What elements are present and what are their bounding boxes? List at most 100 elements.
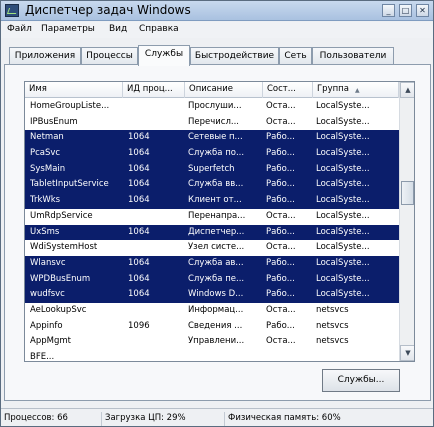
table-row[interactable]: AppMgmt Управлени... Оста... netsvcs <box>25 334 399 350</box>
vertical-scrollbar[interactable]: ▲ ▼ <box>399 82 414 361</box>
menu-options[interactable]: Параметры <box>41 24 95 34</box>
task-manager-window: Диспетчер задач Windows _ □ ✕ Файл Парам… <box>0 0 434 427</box>
service-group: LocalSyste... <box>316 116 370 127</box>
service-group: LocalSyste... <box>316 242 370 253</box>
sort-ascending-icon: ▲ <box>355 87 360 94</box>
service-state: Оста... <box>266 242 296 253</box>
service-group: netsvcs <box>316 304 349 315</box>
service-group: LocalSyste... <box>316 289 370 300</box>
service-description: Служба по... <box>188 148 245 159</box>
service-state: Рабо... <box>266 148 295 159</box>
service-pid: 1064 <box>128 132 150 143</box>
column-header-pid[interactable]: ИД проц... <box>123 82 185 98</box>
service-group: LocalSyste... <box>316 163 370 174</box>
title-bar[interactable]: Диспетчер задач Windows _ □ ✕ <box>1 1 433 21</box>
tab-performance[interactable]: Быстродействие <box>190 47 279 65</box>
status-cpu: Загрузка ЦП: 29% <box>101 412 224 426</box>
menu-file[interactable]: Файл <box>7 24 32 34</box>
service-state: Рабо... <box>266 132 295 143</box>
task-manager-icon <box>5 4 19 17</box>
table-row[interactable]: HomeGroupListe... Прослуши... Оста... Local… <box>25 99 399 115</box>
service-state: Рабо... <box>266 195 295 206</box>
service-name: BFE... <box>30 352 55 362</box>
service-name: HomeGroupListe... <box>30 101 110 111</box>
service-state: Оста... <box>266 336 296 347</box>
service-state: Рабо... <box>266 163 295 174</box>
service-group: LocalSyste... <box>316 101 370 111</box>
service-pid: 1064 <box>128 148 150 159</box>
list-rows: HomeGroupListe... Прослуши... Оста... Local… <box>25 99 399 362</box>
service-state: Рабо... <box>266 179 295 190</box>
service-state: Оста... <box>266 116 296 127</box>
service-name: Wlansvc <box>30 257 66 268</box>
service-description: Диспетчер... <box>188 226 245 237</box>
service-state: Оста... <box>266 101 296 111</box>
service-description: Узел систе... <box>188 242 245 253</box>
service-group: LocalSyste... <box>316 226 370 237</box>
service-group: LocalSyste... <box>316 273 370 284</box>
service-description: Служба ав... <box>188 257 244 268</box>
table-row[interactable]: SysMain 1064 Superfetch Рабо... LocalSyste..… <box>25 161 399 178</box>
service-state: Рабо... <box>266 226 295 237</box>
service-group: LocalSyste... <box>316 210 370 221</box>
service-pid: 1096 <box>128 320 150 331</box>
status-processes: Процессов: 66 <box>4 413 68 423</box>
service-name: UxSms <box>30 226 60 237</box>
service-group: LocalSyste... <box>316 179 370 190</box>
service-name: WPDBusEnum <box>30 273 91 284</box>
table-row[interactable]: Appinfo 1096 Сведения ... Рабо... netsvcs <box>25 319 399 335</box>
service-name: wudfsvc <box>30 289 65 300</box>
status-bar: Процессов: 66 Загрузка ЦП: 29% Физическа… <box>1 408 433 426</box>
column-header-name[interactable]: Имя <box>25 82 123 98</box>
table-row[interactable]: WdiSystemHost Узел систе... Оста... LocalSy… <box>25 240 399 256</box>
minimize-button[interactable]: _ <box>382 4 395 17</box>
scroll-up-button[interactable]: ▲ <box>400 82 414 98</box>
tab-services[interactable]: Службы <box>138 45 190 66</box>
table-row[interactable]: WPDBusEnum 1064 Служба пе... Рабо... LocalSy… <box>25 271 399 288</box>
services-button[interactable]: Службы... <box>322 369 400 392</box>
tab-strip: Приложения Процессы Службы Быстродействи… <box>1 45 433 66</box>
service-name: IPBusEnum <box>30 116 78 127</box>
service-state: Оста... <box>266 210 296 221</box>
table-row[interactable]: UmRdpService Перенапра... Оста... LocalSyst… <box>25 209 399 225</box>
tab-processes[interactable]: Процессы <box>81 47 138 65</box>
window-title: Диспетчер задач Windows <box>25 3 191 17</box>
service-group: netsvcs <box>316 320 349 331</box>
service-description: Windows D... <box>188 289 244 300</box>
service-pid: 1064 <box>128 163 150 174</box>
scroll-down-button[interactable]: ▼ <box>400 345 414 361</box>
table-row[interactable]: Netman 1064 Сетевые п... Рабо... LocalSyste.… <box>25 130 399 147</box>
service-description: Superfetch <box>188 163 235 174</box>
tab-applications[interactable]: Приложения <box>9 47 81 65</box>
table-row[interactable]: TabletInputService 1064 Служба вв... Рабо..… <box>25 177 399 194</box>
table-row[interactable]: AeLookupSvc Информац... Оста... netsvcs <box>25 303 399 319</box>
table-row[interactable]: Wlansvc 1064 Служба ав... Рабо... LocalSyste… <box>25 255 399 272</box>
service-pid: 1064 <box>128 226 150 237</box>
service-description: Клиент от... <box>188 195 242 206</box>
table-row[interactable]: PcaSvc 1064 Служба по... Рабо... LocalSyste.… <box>25 146 399 162</box>
menu-view[interactable]: Вид <box>109 24 127 34</box>
service-name: Appinfo <box>30 320 63 331</box>
status-memory: Физическая память: 60% <box>224 412 433 426</box>
service-state: Рабо... <box>266 273 295 284</box>
service-name: Netman <box>30 132 64 143</box>
menu-help[interactable]: Справка <box>139 24 179 34</box>
column-header-state[interactable]: Сост... <box>263 82 313 98</box>
list-header: Имя ИД проц... Описание Сост... Группа ▲ <box>25 82 399 98</box>
scroll-thumb[interactable] <box>401 181 414 205</box>
column-header-description[interactable]: Описание <box>185 82 263 98</box>
service-pid: 1064 <box>128 289 150 300</box>
service-description: Перечисл... <box>188 116 240 127</box>
table-row[interactable]: UxSms 1064 Диспетчер... Рабо... LocalSyste..… <box>25 224 399 241</box>
menu-bar: Файл Параметры Вид Справка <box>1 22 433 38</box>
maximize-button[interactable]: □ <box>399 4 412 17</box>
close-button[interactable]: ✕ <box>416 4 429 17</box>
table-row[interactable]: wudfsvc 1064 Windows D... Рабо... LocalSyste… <box>25 287 399 303</box>
tab-network[interactable]: Сеть <box>279 47 312 65</box>
services-list[interactable]: Имя ИД проц... Описание Сост... Группа ▲… <box>24 81 415 362</box>
table-row[interactable]: IPBusEnum Перечисл... Оста... LocalSyste... <box>25 115 399 131</box>
tab-users[interactable]: Пользователи <box>312 47 394 65</box>
table-row[interactable]: TrkWks 1064 Клиент от... Рабо... LocalSyste.… <box>25 193 399 209</box>
service-description: Служба вв... <box>188 179 244 190</box>
table-row[interactable]: BFE... <box>25 350 399 362</box>
